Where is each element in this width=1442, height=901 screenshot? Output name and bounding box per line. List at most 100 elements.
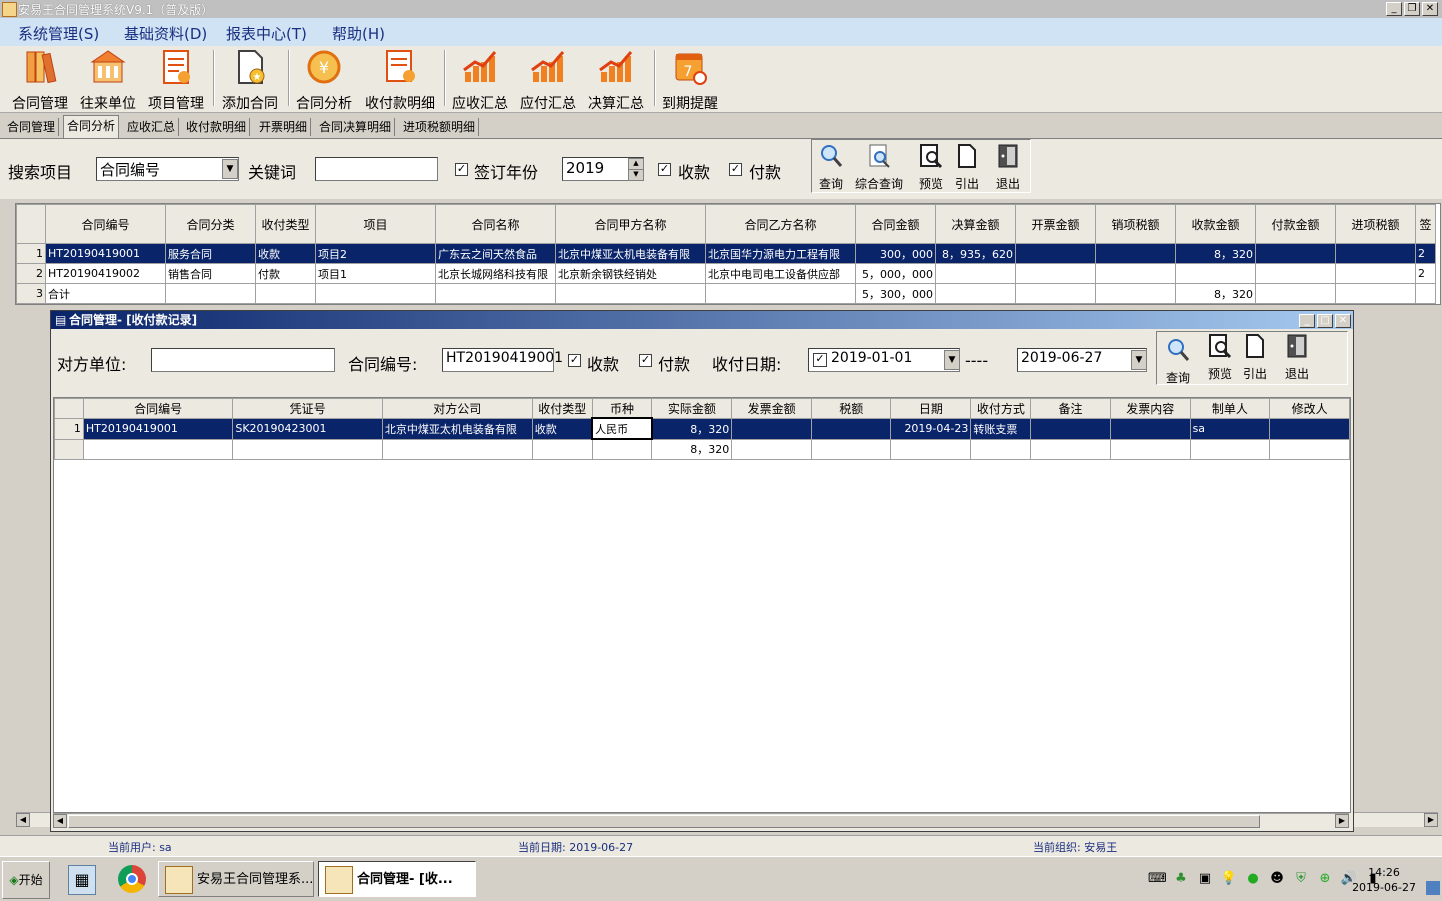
table-cell[interactable]: 8，320 xyxy=(1175,283,1256,304)
menu-basic-data[interactable]: 基础资料(D) xyxy=(124,23,207,44)
row-number[interactable]: 2 xyxy=(16,263,46,284)
table-row[interactable]: 2 HT20190419002 销售合同 付款 项目1 北京长城网络科技有限 北京新余钢铁经… xyxy=(16,263,1436,284)
payment-records-table[interactable]: 合同编号 凭证号 对方公司 收付类型 币种 实际金额 发票金额 税额 日期 收付方式 备注 发票内容制… xyxy=(53,397,1351,813)
table-cell[interactable] xyxy=(1095,263,1176,284)
tab-input-tax-detail[interactable]: 进项税额明细 xyxy=(400,118,480,136)
table-cell[interactable] xyxy=(1175,263,1256,284)
table-cell[interactable] xyxy=(165,283,256,304)
grid1-col-header[interactable]: 合同甲方名称 xyxy=(555,204,706,244)
grid2-col-header[interactable]: 凭证号 xyxy=(232,398,383,419)
table-cell[interactable] xyxy=(591,438,653,460)
sign-year-checkbox[interactable]: ✓ xyxy=(455,163,468,176)
minimize-button[interactable]: _ xyxy=(1386,2,1402,16)
scroll-right-icon[interactable]: ▶ xyxy=(1335,814,1349,828)
grid1-col-header[interactable]: 付款金额 xyxy=(1255,204,1336,244)
date-from-checkbox[interactable]: ✓ xyxy=(813,353,827,367)
stepper-down-icon[interactable]: ▼ xyxy=(628,169,644,181)
grid1-col-header[interactable]: 合同分类 xyxy=(165,204,256,244)
grid1-col-header[interactable]: 收款金额 xyxy=(1175,204,1256,244)
table-cell[interactable]: 2 xyxy=(1415,243,1436,264)
menu-report-center[interactable]: 报表中心(T) xyxy=(226,23,307,44)
table-cell[interactable] xyxy=(232,438,383,460)
chevron-down-icon[interactable]: ▼ xyxy=(1131,350,1147,370)
table-cell[interactable] xyxy=(1255,263,1336,284)
grid1-col-header[interactable]: 销项税额 xyxy=(1095,204,1176,244)
receive-checkbox[interactable]: ✓ xyxy=(658,163,671,176)
toolbar-add-contract-button[interactable]: ★ 添加合同 xyxy=(218,48,282,112)
bulb-tray-icon[interactable]: 💡 xyxy=(1220,871,1238,889)
table-cell[interactable]: 8，320 xyxy=(1175,243,1256,264)
grid2-col-header[interactable]: 币种 xyxy=(591,398,653,419)
grid1-col-header[interactable]: 收付类型 xyxy=(255,204,316,244)
row-number[interactable]: 3 xyxy=(16,283,46,304)
child-maximize-button[interactable]: □ xyxy=(1317,314,1333,328)
row-number[interactable]: 1 xyxy=(54,417,84,440)
grid1-col-header[interactable]: 合同编号 xyxy=(45,204,166,244)
table-cell[interactable] xyxy=(381,438,533,460)
toolbar-contract-analysis-button[interactable]: ¥ 合同分析 xyxy=(292,48,356,112)
contract-no-input[interactable]: HT20190419001 xyxy=(442,348,563,372)
scroll-thumb[interactable] xyxy=(68,815,1260,828)
table-cell[interactable] xyxy=(810,438,892,460)
contract-analysis-table[interactable]: 合同编号 合同分类 收付类型 项目 合同名称 合同甲方名称 合同乙方名称 合同金额 决算金额 开票… xyxy=(15,203,1441,305)
tab-payment-detail[interactable]: 收付款明细 xyxy=(183,118,251,136)
row-number[interactable] xyxy=(54,438,84,460)
table-cell[interactable] xyxy=(555,283,706,304)
show-desktop-icon[interactable] xyxy=(1426,881,1440,895)
table-cell[interactable]: 合计 xyxy=(45,283,166,304)
table-cell[interactable]: 收款 xyxy=(255,243,316,264)
table-cell[interactable] xyxy=(1109,438,1191,460)
table-cell[interactable]: HT20190419002 xyxy=(45,263,166,284)
table-cell[interactable] xyxy=(435,283,556,304)
grid2-col-header[interactable]: 对方公司 xyxy=(381,398,533,419)
table-cell[interactable] xyxy=(1255,243,1336,264)
table-cell[interactable] xyxy=(82,438,234,460)
child-minimize-button[interactable]: _ xyxy=(1299,314,1315,328)
chrome-icon[interactable] xyxy=(118,865,146,893)
task-main-app[interactable]: 安易王合同管理系... xyxy=(158,861,314,897)
keyword-input[interactable] xyxy=(315,157,438,181)
grid1-col-header[interactable]: 合同名称 xyxy=(435,204,556,244)
table-cell[interactable] xyxy=(1255,283,1336,304)
grid2-col-header[interactable]: 发票内容 xyxy=(1109,398,1191,419)
chevron-down-icon[interactable]: ▼ xyxy=(944,350,960,370)
grid1-col-header[interactable]: 决算金额 xyxy=(935,204,1016,244)
table-cell[interactable]: 8，320 xyxy=(651,438,733,460)
grid1-col-header[interactable]: 签 xyxy=(1415,204,1436,244)
grid1-col-header[interactable]: 开票金额 xyxy=(1015,204,1096,244)
toolbar-contract-management-button[interactable]: 合同管理 xyxy=(8,48,72,112)
table-cell[interactable] xyxy=(705,283,856,304)
table-cell[interactable] xyxy=(1015,263,1096,284)
table-cell[interactable]: 人民币 xyxy=(591,417,653,440)
table-cell[interactable]: 300，000 xyxy=(855,243,936,264)
advanced-query-button[interactable]: 综合查询 xyxy=(852,143,906,192)
table-cell[interactable] xyxy=(1335,283,1416,304)
table-row[interactable]: 1 HT20190419001 SK20190423001 北京中煤亚太机电装备有限收… xyxy=(54,417,1350,440)
table-cell[interactable] xyxy=(890,438,972,460)
table-cell[interactable] xyxy=(810,417,892,440)
toolbar-due-reminder-button[interactable]: 7 到期提醒 xyxy=(658,48,722,112)
table-cell[interactable] xyxy=(1335,243,1416,264)
table-cell[interactable] xyxy=(1030,438,1111,460)
child-exit-button[interactable]: 退出 xyxy=(1279,333,1315,382)
table-cell[interactable] xyxy=(255,283,316,304)
toolbar-payable-summary-button[interactable]: 应付汇总 xyxy=(516,48,580,112)
table-cell[interactable]: 服务合同 xyxy=(165,243,256,264)
table-cell[interactable] xyxy=(935,263,1016,284)
qq-tray-icon[interactable]: ☻ xyxy=(1268,871,1286,889)
table-cell[interactable] xyxy=(1030,417,1111,440)
table-cell[interactable]: HT20190419001 xyxy=(82,417,234,440)
grid2-col-header[interactable]: 收付方式 xyxy=(970,398,1032,419)
table-cell[interactable]: 项目1 xyxy=(315,263,436,284)
table-cell[interactable]: 2 xyxy=(1415,263,1436,284)
grid2-col-header[interactable]: 修改人 xyxy=(1269,398,1350,419)
table-cell[interactable]: 销售合同 xyxy=(165,263,256,284)
clock[interactable]: 14:26 2019-06-27 xyxy=(1352,865,1416,895)
child-close-button[interactable]: ✕ xyxy=(1335,314,1351,328)
table-cell[interactable] xyxy=(1015,283,1096,304)
table-cell[interactable]: 项目2 xyxy=(315,243,436,264)
table-row[interactable]: 8，320 xyxy=(54,438,1350,460)
tab-invoice-detail[interactable]: 开票明细 xyxy=(256,118,312,136)
table-cell[interactable] xyxy=(1095,283,1176,304)
search-item-select[interactable]: 合同编号 xyxy=(96,157,239,181)
